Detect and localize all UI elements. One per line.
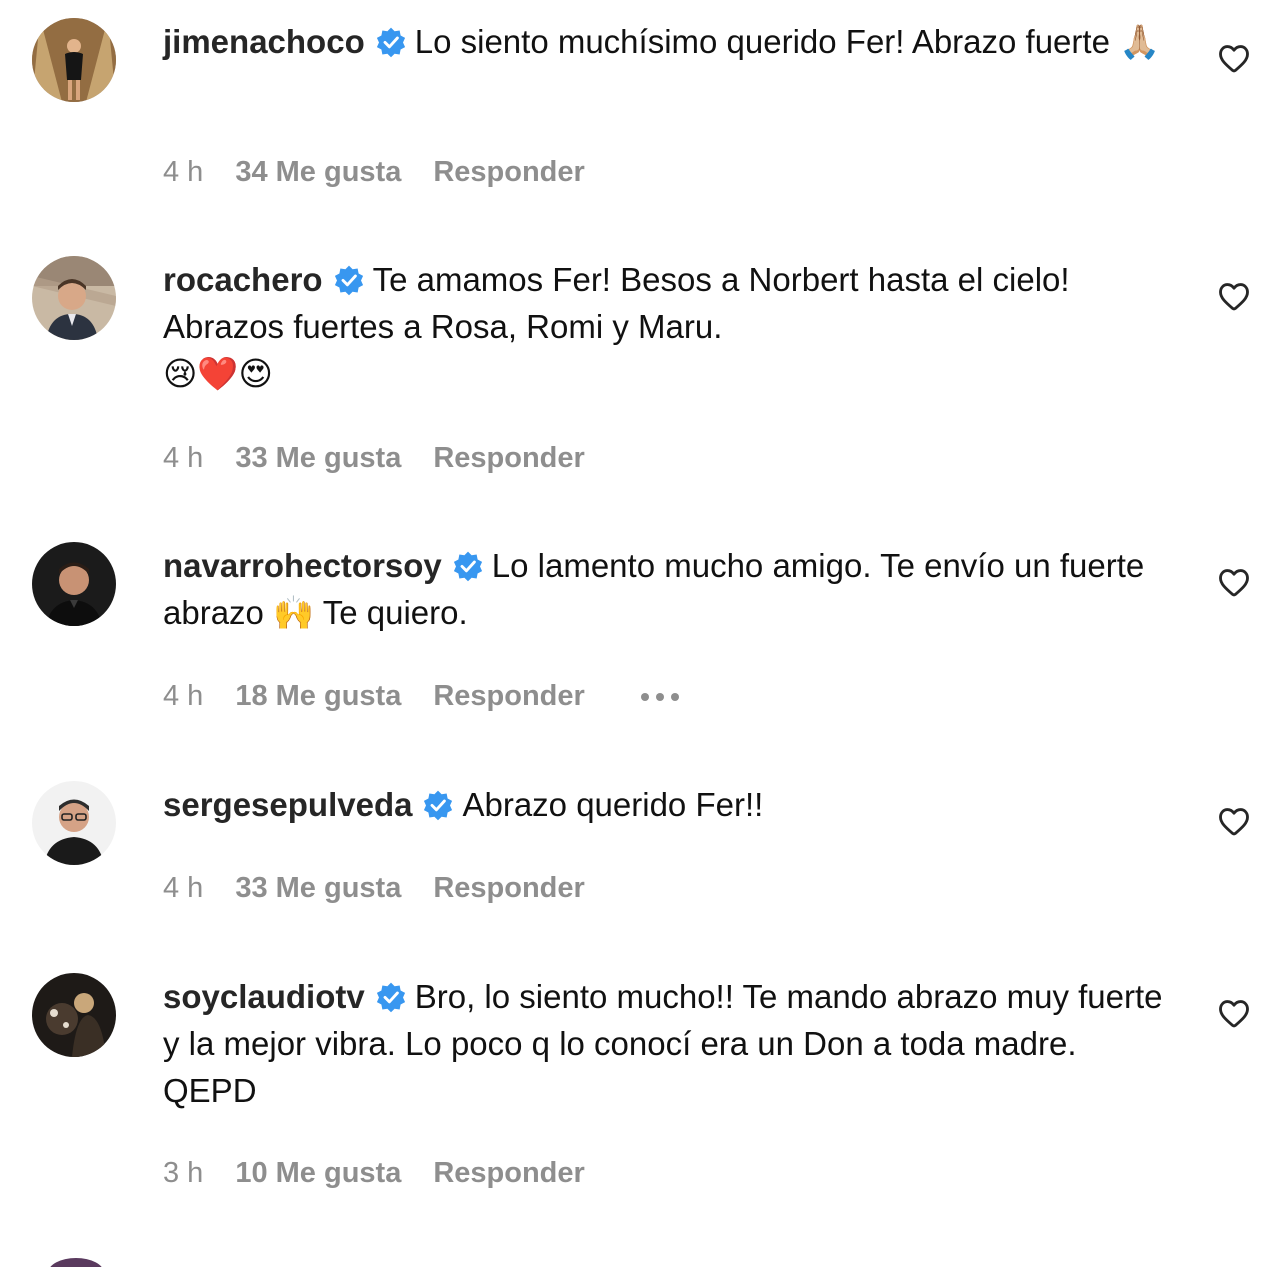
comment-text: Abrazo querido Fer!! xyxy=(462,786,764,823)
timestamp: 4 h xyxy=(163,442,204,474)
comment-meta: 3 h 10 Me gusta Responder xyxy=(163,1157,585,1190)
likes-count[interactable]: 10 Me gusta xyxy=(235,1157,401,1190)
comment-body: jimenachoco Lo siento muchísimo querido F… xyxy=(163,18,1163,65)
comment-meta: 4 h 33 Me gusta Responder xyxy=(163,872,585,905)
heart-outline-icon[interactable] xyxy=(1216,278,1252,314)
timestamp: 3 h xyxy=(163,1157,204,1189)
ellipsis-icon[interactable] xyxy=(640,692,679,701)
comment-body: rocachero Te amamos Fer! Besos a Norbert … xyxy=(163,256,1163,397)
comment-meta: 4 h 33 Me gusta Responder xyxy=(163,442,585,475)
comment-text: Lo siento muchísimo querido Fer! Abrazo … xyxy=(414,23,1161,60)
verified-badge-icon xyxy=(452,550,484,582)
heart-outline-icon[interactable] xyxy=(1216,40,1252,76)
likes-count[interactable]: 33 Me gusta xyxy=(235,872,401,905)
likes-count[interactable]: 33 Me gusta xyxy=(235,442,401,475)
avatar[interactable] xyxy=(32,781,116,865)
avatar[interactable] xyxy=(32,973,116,1057)
avatar[interactable] xyxy=(32,18,116,102)
heart-outline-icon[interactable] xyxy=(1216,564,1252,600)
timestamp: 4 h xyxy=(163,680,204,712)
likes-count[interactable]: 34 Me gusta xyxy=(235,156,401,189)
username[interactable]: navarrohectorsoy xyxy=(163,547,442,584)
reply-button[interactable]: Responder xyxy=(433,442,584,475)
comment-body: sergesepulveda Abrazo querido Fer!! xyxy=(163,781,1163,828)
username[interactable]: soyclaudiotv xyxy=(163,978,365,1015)
verified-badge-icon xyxy=(375,26,407,58)
timestamp: 4 h xyxy=(163,156,204,188)
next-comment-avatar-partial xyxy=(48,1258,104,1267)
comment-body: soyclaudiotv Bro, lo siento mucho!! Te ma… xyxy=(163,973,1163,1114)
username[interactable]: sergesepulveda xyxy=(163,786,412,823)
comment-meta: 4 h 34 Me gusta Responder xyxy=(163,156,585,189)
heart-outline-icon[interactable] xyxy=(1216,803,1252,839)
username[interactable]: rocachero xyxy=(163,261,323,298)
heart-outline-icon[interactable] xyxy=(1216,995,1252,1031)
likes-count[interactable]: 18 Me gusta xyxy=(235,680,401,713)
reply-button[interactable]: Responder xyxy=(433,1157,584,1190)
reply-button[interactable]: Responder xyxy=(433,872,584,905)
verified-badge-icon xyxy=(333,264,365,296)
reply-button[interactable]: Responder xyxy=(433,680,584,713)
comment-emoji-line: 😢❤️😍 xyxy=(163,354,273,393)
verified-badge-icon xyxy=(375,981,407,1013)
avatar[interactable] xyxy=(32,256,116,340)
comment-meta: 4 h 18 Me gusta Responder xyxy=(163,680,679,713)
comment-body: navarrohectorsoy Lo lamento mucho amigo. … xyxy=(163,542,1163,636)
timestamp: 4 h xyxy=(163,872,204,904)
verified-badge-icon xyxy=(422,789,454,821)
comments-list: jimenachoco Lo siento muchísimo querido F… xyxy=(0,0,1280,1267)
reply-button[interactable]: Responder xyxy=(433,156,584,189)
username[interactable]: jimenachoco xyxy=(163,23,365,60)
avatar[interactable] xyxy=(32,542,116,626)
